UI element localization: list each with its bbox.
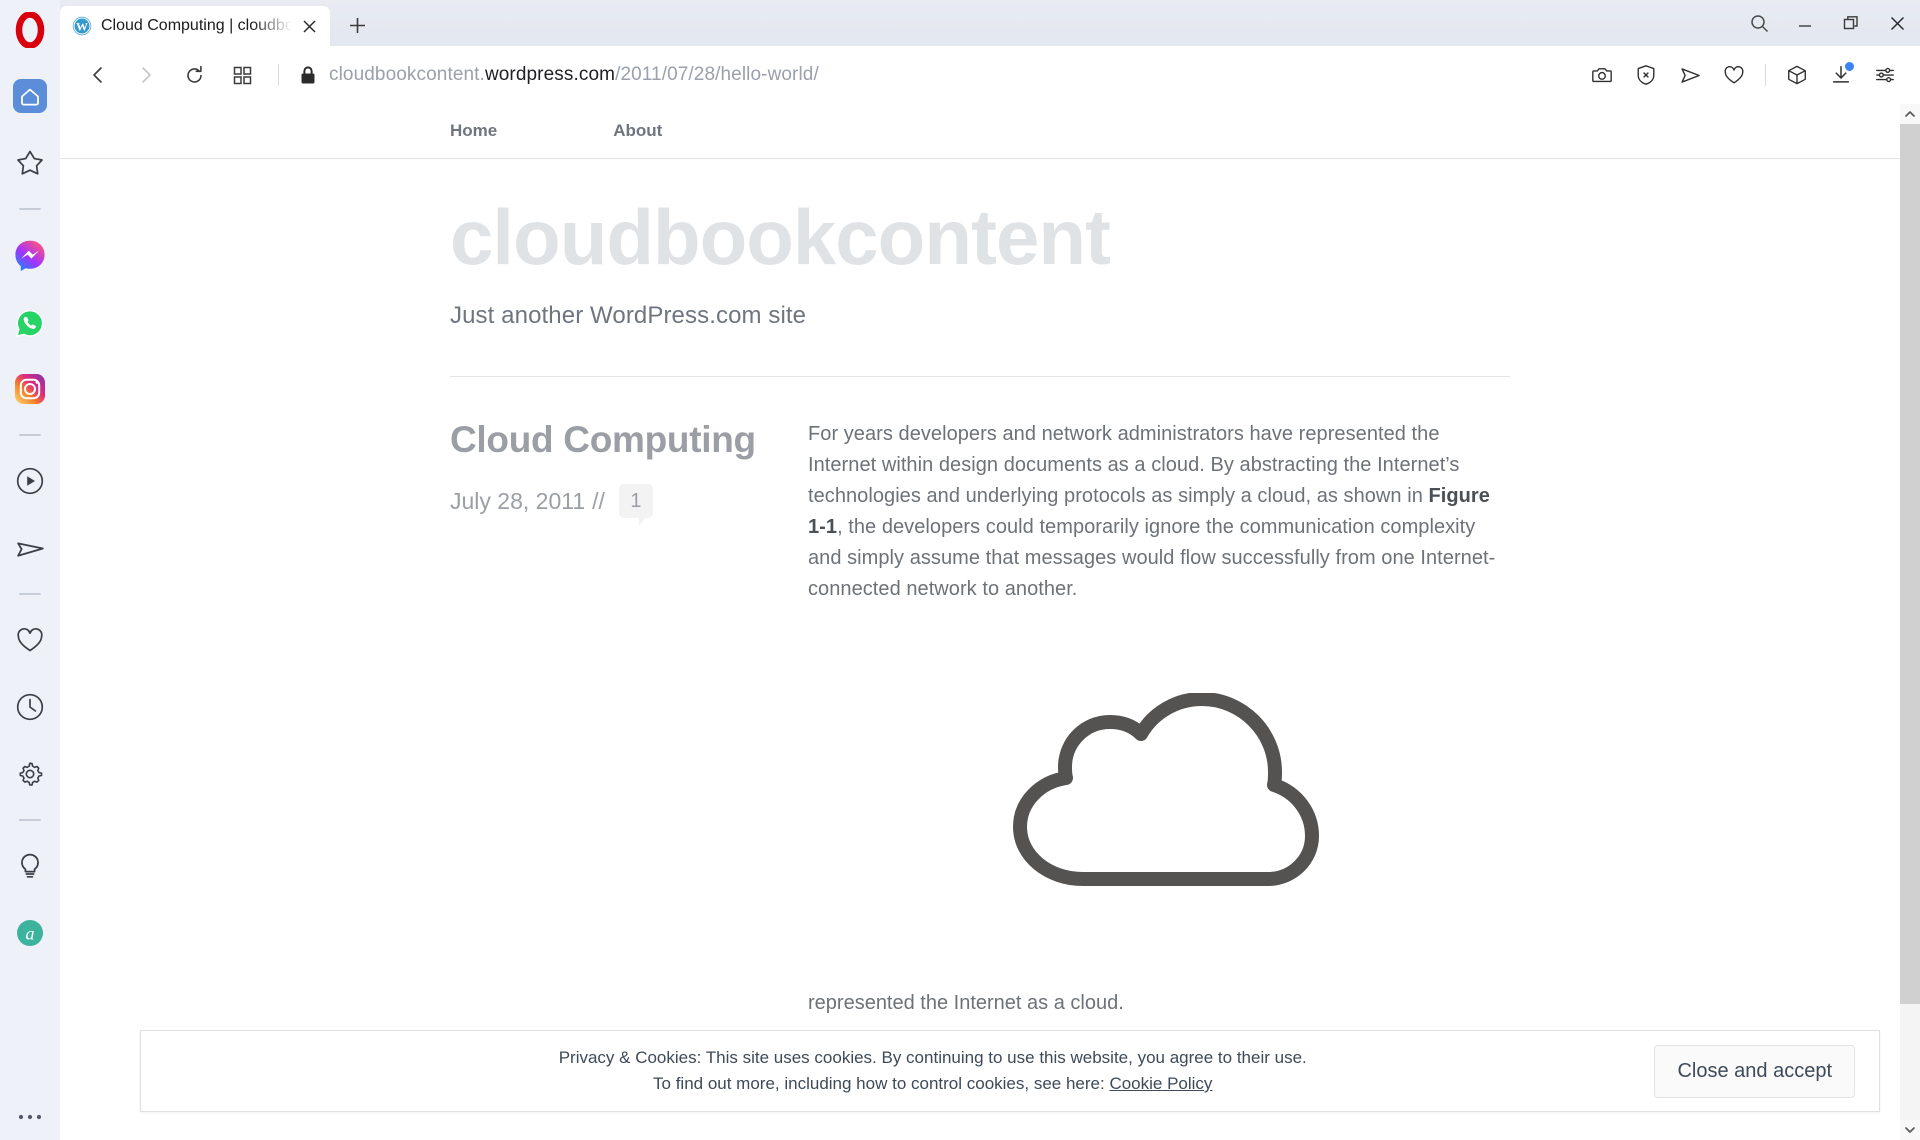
cookie-consent-banner: Privacy & Cookies: This site uses cookie… bbox=[140, 1030, 1880, 1112]
chevron-up-icon[interactable] bbox=[1900, 104, 1920, 124]
cloud-outline-icon bbox=[987, 692, 1332, 898]
blog-post: Cloud Computing July 28, 2011 // 1 For y… bbox=[450, 377, 1510, 1019]
site-nav-divider bbox=[60, 158, 1900, 159]
browser-tab[interactable]: W Cloud Computing | cloudbookcontent bbox=[60, 6, 330, 46]
search-icon[interactable] bbox=[1736, 0, 1782, 46]
navigation-toolbar: cloudbookcontent.wordpress.com/2011/07/2… bbox=[60, 46, 1920, 104]
site-tagline: Just another WordPress.com site bbox=[450, 302, 807, 329]
ad-blocker-shield-icon[interactable] bbox=[1625, 55, 1667, 95]
post-title[interactable]: Cloud Computing bbox=[450, 419, 774, 460]
site-nav-item-about[interactable]: About bbox=[613, 121, 662, 141]
browser-sidebar: a bbox=[0, 0, 60, 1140]
sidebar-item-bookmarks[interactable] bbox=[8, 618, 52, 662]
cookie-line-1: Privacy & Cookies: This site uses cookie… bbox=[558, 1047, 1307, 1067]
url-domain: wordpress.com bbox=[484, 64, 616, 85]
post-meta-column: Cloud Computing July 28, 2011 // 1 bbox=[450, 419, 808, 1019]
post-paragraph: For years developers and network adminis… bbox=[808, 419, 1510, 605]
address-bar[interactable]: cloudbookcontent.wordpress.com/2011/07/2… bbox=[287, 55, 1581, 95]
url-subdomain: cloudbookcontent. bbox=[329, 64, 485, 85]
site-nav-item-home[interactable]: Home bbox=[450, 121, 497, 141]
sidebar-item-home[interactable] bbox=[8, 74, 52, 118]
sidebar-item-player[interactable] bbox=[8, 459, 52, 503]
grid-icon[interactable] bbox=[222, 55, 262, 95]
reload-icon[interactable] bbox=[174, 55, 214, 95]
cookie-policy-link[interactable]: Cookie Policy bbox=[1109, 1074, 1212, 1093]
toolbar-divider bbox=[278, 64, 279, 86]
site-navigation: Home About bbox=[450, 104, 1510, 152]
close-window-icon[interactable] bbox=[1874, 0, 1920, 46]
toolbar-divider-2 bbox=[1765, 64, 1766, 86]
browser-toolbar-icons bbox=[1581, 55, 1920, 95]
sidebar-item-settings[interactable] bbox=[8, 752, 52, 796]
send-paper-plane-icon[interactable] bbox=[1669, 55, 1711, 95]
restore-icon[interactable] bbox=[1828, 0, 1874, 46]
post-paragraph-2: represented the Internet as a cloud. bbox=[808, 992, 1124, 1014]
comment-count-bubble[interactable]: 1 bbox=[618, 484, 653, 527]
url-text: cloudbookcontent.wordpress.com/2011/07/2… bbox=[329, 64, 819, 86]
svg-text:a: a bbox=[26, 924, 35, 944]
sidebar-divider-3 bbox=[19, 593, 41, 595]
post-date: July 28, 2011 bbox=[450, 487, 586, 514]
sidebar-item-tips[interactable] bbox=[8, 844, 52, 888]
scrollbar-thumb[interactable] bbox=[1900, 124, 1920, 1004]
tab-title: Cloud Computing | cloudbookcontent bbox=[101, 17, 296, 34]
web-page: Home About cloudbookcontent Just another… bbox=[60, 104, 1900, 1140]
cookie-line-2-prefix: To find out more, including how to contr… bbox=[653, 1074, 1110, 1093]
opera-logo[interactable] bbox=[8, 8, 52, 52]
downloads-icon[interactable] bbox=[1820, 55, 1862, 95]
post-body-column: For years developers and network adminis… bbox=[808, 419, 1510, 1019]
heart-icon[interactable] bbox=[1713, 55, 1755, 95]
back-arrow-icon[interactable] bbox=[78, 55, 118, 95]
sidebar-item-telegram[interactable] bbox=[8, 526, 52, 570]
sidebar-item-history[interactable] bbox=[8, 685, 52, 729]
cookie-banner-text: Privacy & Cookies: This site uses cookie… bbox=[141, 1045, 1654, 1098]
extensions-cube-icon[interactable] bbox=[1776, 55, 1818, 95]
post-meta: July 28, 2011 // 1 bbox=[450, 484, 774, 527]
wordpress-favicon: W bbox=[72, 16, 92, 36]
post-paragraph-part1: For years developers and network adminis… bbox=[808, 423, 1460, 507]
page-container: Home About cloudbookcontent Just another… bbox=[60, 104, 1900, 1019]
site-title[interactable]: cloudbookcontent bbox=[450, 198, 1510, 276]
tab-strip: W Cloud Computing | cloudbookcontent bbox=[0, 0, 1920, 46]
sidebar-item-instagram[interactable] bbox=[8, 367, 52, 411]
figure-container bbox=[808, 692, 1510, 898]
chevron-down-icon[interactable] bbox=[1900, 1120, 1920, 1140]
page-scrollbar[interactable] bbox=[1900, 104, 1920, 1140]
browser-window: W Cloud Computing | cloudbookcontent bbox=[0, 0, 1920, 1140]
sidebar-item-aria[interactable]: a bbox=[8, 911, 52, 955]
sidebar-divider-1 bbox=[19, 208, 41, 210]
post-meta-separator: // bbox=[592, 487, 605, 514]
sidebar-divider-2 bbox=[19, 434, 41, 436]
url-path: /2011/07/28/hello-world/ bbox=[615, 64, 819, 85]
forward-arrow-icon[interactable] bbox=[126, 55, 166, 95]
sidebar-item-whatsapp[interactable] bbox=[8, 300, 52, 344]
post-paragraph-part2: , the developers could temporarily ignor… bbox=[808, 516, 1496, 600]
snapshot-camera-icon[interactable] bbox=[1581, 55, 1623, 95]
window-controls bbox=[1736, 0, 1920, 46]
page-viewport: Home About cloudbookcontent Just another… bbox=[60, 104, 1920, 1140]
close-and-accept-button[interactable]: Close and accept bbox=[1654, 1044, 1855, 1098]
svg-text:W: W bbox=[76, 19, 88, 33]
sidebar-item-messenger[interactable] bbox=[8, 233, 52, 277]
sidebar-divider-4 bbox=[19, 819, 41, 821]
close-icon[interactable] bbox=[296, 13, 322, 39]
easy-setup-sliders-icon[interactable] bbox=[1864, 55, 1906, 95]
sidebar-item-speed-dial[interactable] bbox=[8, 141, 52, 185]
lock-icon[interactable] bbox=[293, 65, 323, 85]
new-tab-button[interactable] bbox=[338, 6, 376, 44]
nav-buttons-group bbox=[60, 55, 287, 95]
minimize-icon[interactable] bbox=[1782, 0, 1828, 46]
sidebar-more-button[interactable] bbox=[0, 1112, 60, 1122]
site-header: cloudbookcontent Just another WordPress.… bbox=[450, 152, 1510, 377]
downloads-badge bbox=[1844, 61, 1855, 72]
